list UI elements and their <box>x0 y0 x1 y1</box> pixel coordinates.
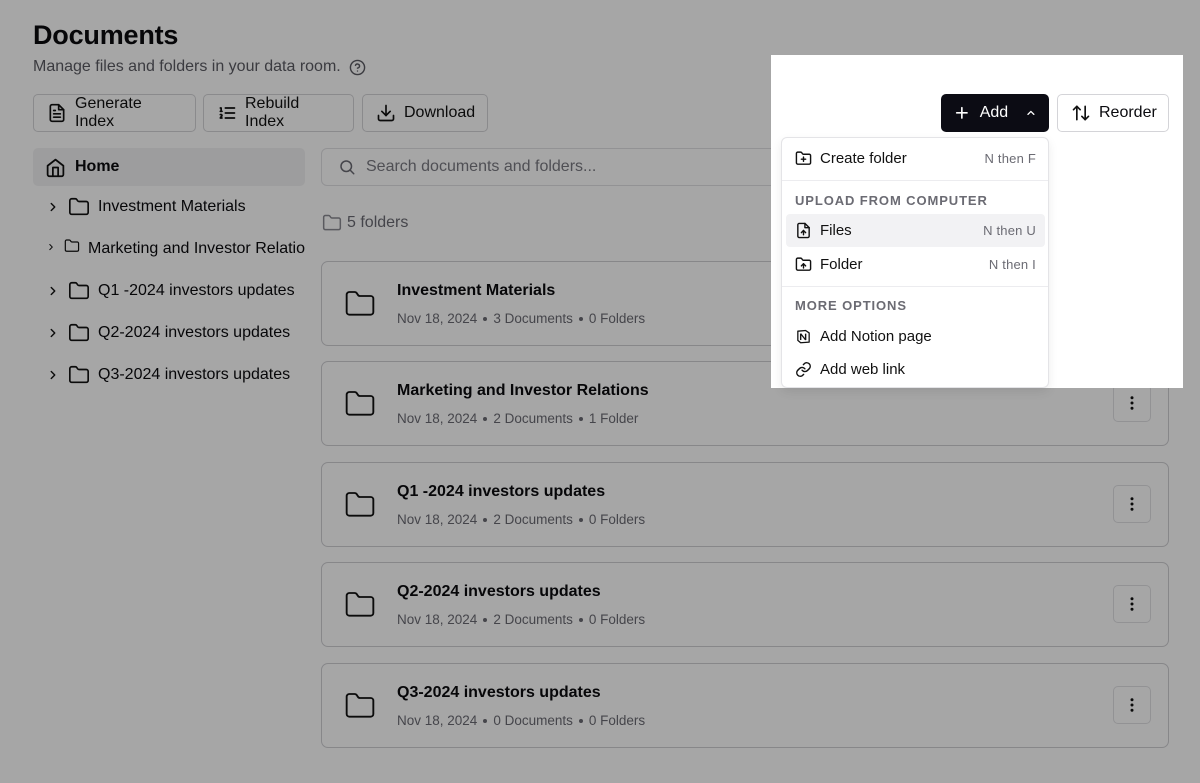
link-icon <box>795 361 812 378</box>
keyboard-shortcut: N then I <box>988 257 1036 272</box>
keyboard-shortcut: N then U <box>983 223 1036 238</box>
add-button[interactable]: Add <box>941 94 1049 132</box>
folder-up-icon <box>795 256 812 273</box>
menu-item-label: Create folder <box>820 150 907 167</box>
menu-divider <box>782 180 1048 181</box>
reorder-label: Reorder <box>1099 104 1157 121</box>
menu-item-upload-folder[interactable]: Folder N then I <box>786 248 1045 281</box>
menu-item-label: Files <box>820 222 852 239</box>
arrow-up-down-icon <box>1071 103 1091 123</box>
notion-icon <box>795 328 812 345</box>
menu-item-label: Add web link <box>820 361 906 378</box>
menu-item-add-notion-page[interactable]: Add Notion page <box>786 320 1045 353</box>
file-up-icon <box>795 222 812 239</box>
menu-section-heading: UPLOAD FROM COMPUTER <box>795 193 988 208</box>
menu-item-add-web-link[interactable]: Add web link <box>786 353 1045 386</box>
menu-section-heading: MORE OPTIONS <box>795 298 907 313</box>
folder-plus-icon <box>795 150 812 167</box>
reorder-button[interactable]: Reorder <box>1057 94 1169 132</box>
menu-item-label: Add Notion page <box>820 328 932 345</box>
add-button-label: Add <box>979 104 1009 121</box>
menu-item-label: Folder <box>820 256 863 273</box>
add-dropdown-menu: Create folder N then F UPLOAD FROM COMPU… <box>781 137 1049 388</box>
menu-divider <box>782 286 1048 287</box>
menu-item-create-folder[interactable]: Create folder N then F <box>786 142 1045 175</box>
keyboard-shortcut: N then F <box>984 151 1036 166</box>
chevron-up-icon <box>1025 107 1037 119</box>
menu-item-upload-files[interactable]: Files N then U <box>786 214 1045 247</box>
plus-icon <box>953 104 971 122</box>
